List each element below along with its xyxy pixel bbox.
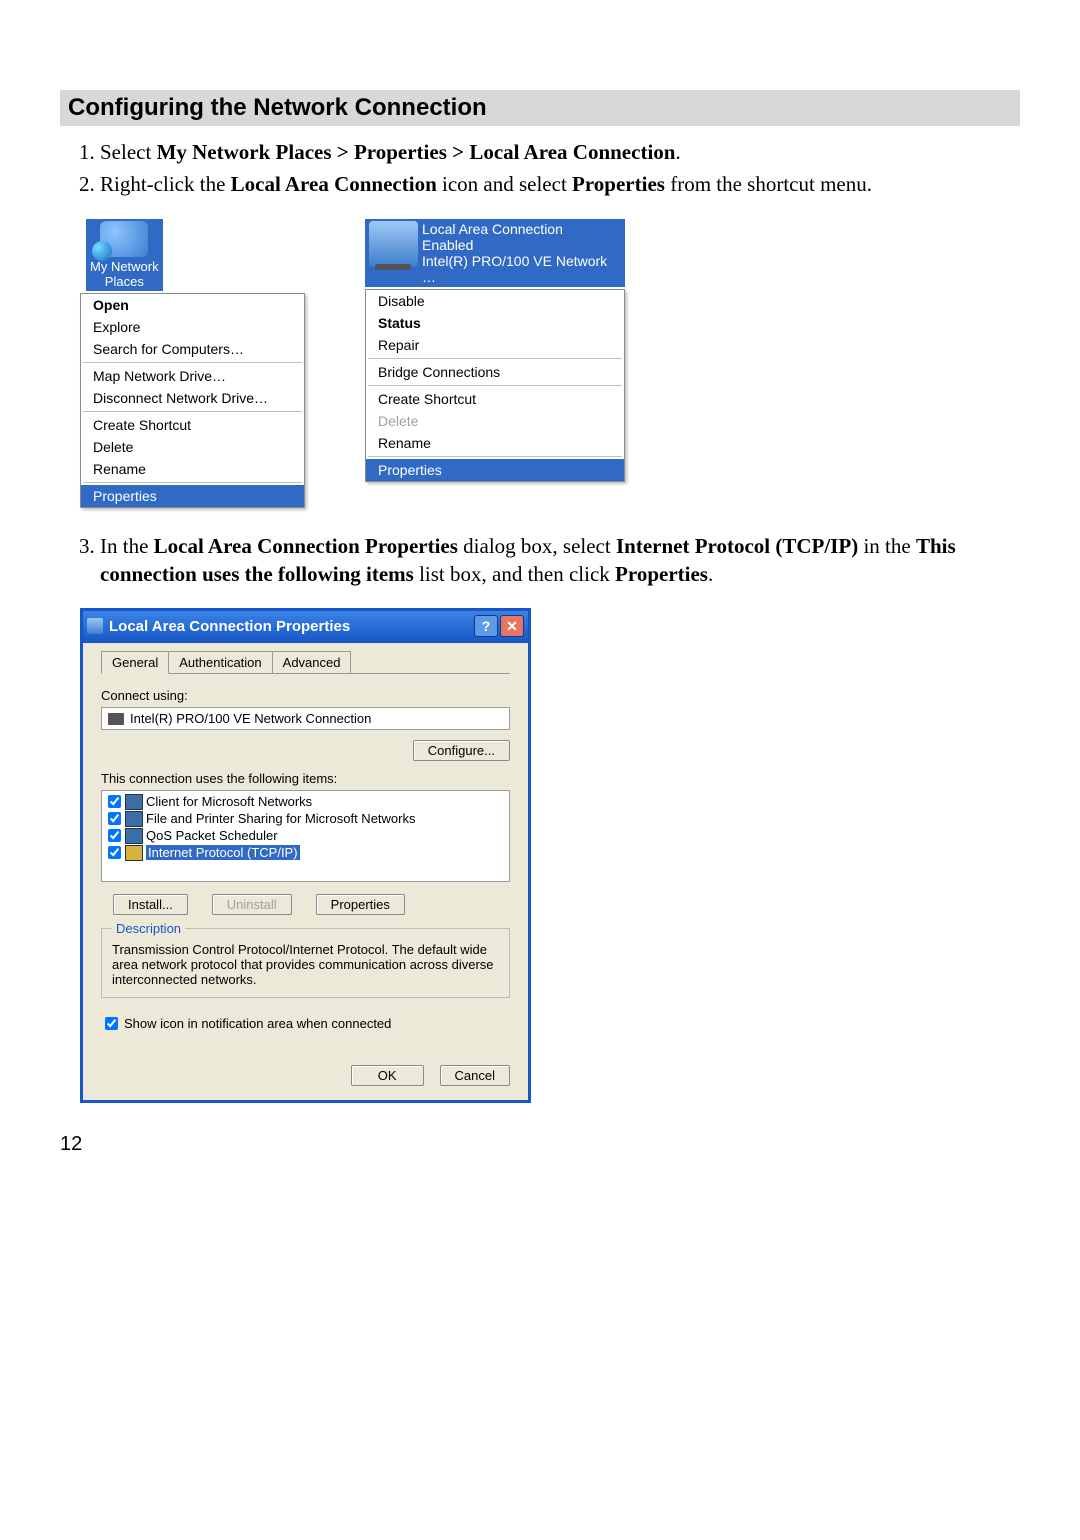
adapter-name: Intel(R) PRO/100 VE Network Connection [130, 711, 371, 726]
description-legend: Description [112, 921, 185, 936]
uninstall-button: Uninstall [212, 894, 292, 915]
menu-item-properties[interactable]: Properties [366, 459, 624, 481]
menu-item-delete[interactable]: Delete [81, 436, 304, 458]
properties-button[interactable]: Properties [316, 894, 405, 915]
screenshot-lac: Local Area Connection Enabled Intel(R) P… [365, 219, 625, 508]
checkbox-client[interactable] [108, 795, 121, 808]
menu-item-bridge[interactable]: Bridge Connections [366, 361, 624, 383]
step-3: In the Local Area Connection Properties … [100, 532, 1020, 589]
component-icon [125, 828, 143, 844]
list-item-tcpip[interactable]: Internet Protocol (TCP/IP) [104, 844, 507, 861]
globe-icon [100, 221, 148, 257]
list-item-qos[interactable]: QoS Packet Scheduler [104, 827, 507, 844]
my-network-places-label: My Network Places [90, 259, 159, 289]
components-listbox[interactable]: Client for Microsoft Networks File and P… [101, 790, 510, 882]
tab-strip: General Authentication Advanced [101, 651, 510, 674]
component-icon [125, 794, 143, 810]
show-tray-icon-checkbox[interactable] [105, 1017, 118, 1030]
tab-advanced[interactable]: Advanced [272, 651, 352, 673]
checkbox-tcpip[interactable] [108, 846, 121, 859]
description-group: Description Transmission Control Protoco… [101, 921, 510, 998]
close-button[interactable]: ✕ [500, 615, 524, 637]
step-2: Right-click the Local Area Connection ic… [100, 170, 1020, 198]
nic-icon [108, 713, 124, 725]
titlebar[interactable]: Local Area Connection Properties ? ✕ [83, 611, 528, 643]
show-tray-icon-label: Show icon in notification area when conn… [124, 1016, 391, 1031]
network-adapter-icon [369, 221, 418, 267]
lac-name: Local Area Connection [422, 221, 621, 237]
list-item-fps[interactable]: File and Printer Sharing for Microsoft N… [104, 810, 507, 827]
menu-separator [368, 385, 622, 386]
menu-item-rename[interactable]: Rename [81, 458, 304, 480]
description-text: Transmission Control Protocol/Internet P… [112, 942, 499, 987]
component-icon [125, 811, 143, 827]
menu-separator [368, 358, 622, 359]
menu-separator [83, 411, 302, 412]
adapter-field: Intel(R) PRO/100 VE Network Connection [101, 707, 510, 730]
menu-item-search-computers[interactable]: Search for Computers… [81, 338, 304, 360]
menu-item-disconnect-drive[interactable]: Disconnect Network Drive… [81, 387, 304, 409]
instruction-list-cont: In the Local Area Connection Properties … [60, 532, 1020, 589]
instruction-list: Select My Network Places > Properties > … [60, 138, 1020, 199]
install-button[interactable]: Install... [113, 894, 188, 915]
menu-item-properties[interactable]: Properties [81, 485, 304, 507]
page-number: 12 [60, 1133, 1020, 1156]
menu-item-disable[interactable]: Disable [366, 290, 624, 312]
protocol-icon [125, 845, 143, 861]
menu-item-map-drive[interactable]: Map Network Drive… [81, 365, 304, 387]
list-item-client[interactable]: Client for Microsoft Networks [104, 793, 507, 810]
my-network-places-icon[interactable]: My Network Places [86, 219, 163, 291]
checkbox-qos[interactable] [108, 829, 121, 842]
menu-item-open[interactable]: Open [81, 294, 304, 316]
tab-authentication[interactable]: Authentication [168, 651, 272, 673]
connect-using-label: Connect using: [101, 688, 510, 703]
help-button[interactable]: ? [474, 615, 498, 637]
context-menu-network-places: Open Explore Search for Computers… Map N… [80, 293, 305, 508]
uses-items-label: This connection uses the following items… [101, 771, 510, 786]
menu-separator [83, 482, 302, 483]
menu-item-create-shortcut[interactable]: Create Shortcut [81, 414, 304, 436]
menu-item-delete-disabled: Delete [366, 410, 624, 432]
menu-separator [368, 456, 622, 457]
menu-separator [83, 362, 302, 363]
lac-status: Enabled [422, 237, 621, 253]
menu-item-rename[interactable]: Rename [366, 432, 624, 454]
step-1: Select My Network Places > Properties > … [100, 138, 1020, 166]
local-area-connection-icon[interactable]: Local Area Connection Enabled Intel(R) P… [365, 219, 625, 287]
ok-button[interactable]: OK [351, 1065, 424, 1086]
menu-item-explore[interactable]: Explore [81, 316, 304, 338]
context-menu-lac: Disable Status Repair Bridge Connections… [365, 289, 625, 482]
screenshot-network-places: My Network Places Open Explore Search fo… [80, 219, 305, 508]
menu-item-create-shortcut[interactable]: Create Shortcut [366, 388, 624, 410]
dialog-title: Local Area Connection Properties [109, 618, 350, 635]
lac-adapter: Intel(R) PRO/100 VE Network … [422, 253, 621, 285]
tab-general[interactable]: General [101, 651, 169, 674]
menu-item-repair[interactable]: Repair [366, 334, 624, 356]
menu-item-status[interactable]: Status [366, 312, 624, 334]
lac-properties-dialog: Local Area Connection Properties ? ✕ Gen… [80, 608, 531, 1103]
section-heading: Configuring the Network Connection [60, 90, 1020, 126]
dialog-icon [87, 618, 103, 634]
configure-button[interactable]: Configure... [413, 740, 510, 761]
checkbox-fps[interactable] [108, 812, 121, 825]
cancel-button[interactable]: Cancel [440, 1065, 510, 1086]
